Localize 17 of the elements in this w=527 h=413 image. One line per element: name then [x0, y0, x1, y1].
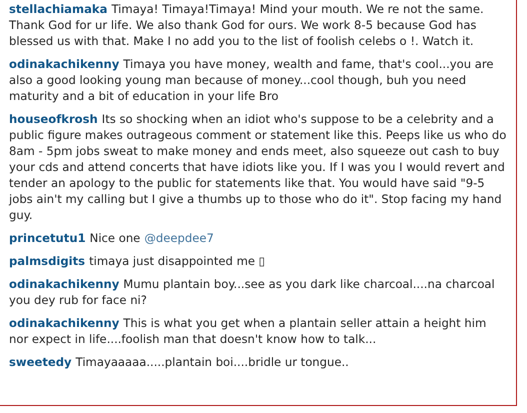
username-link[interactable]: princetutu1 — [9, 231, 86, 245]
comment: odinakachikenny Mumu plantain boy...see as you dark like charcoal....na charcoal you dey rub for face ni? — [9, 276, 496, 308]
username-link[interactable]: odinakachikenny — [9, 277, 120, 291]
mention-link[interactable]: @deepdee7 — [144, 231, 214, 245]
username-link[interactable]: palmsdigits — [9, 254, 86, 268]
username-link[interactable]: sweetedy — [9, 355, 72, 369]
comment: palmsdigits timaya just disappointed me ▯ — [9, 253, 266, 269]
comment: princetutu1 Nice one @deepdee7 — [9, 230, 215, 246]
comment: odinakachikenny This is what you get when a plantain seller attain a height him nor expect in life....foolish man that doesn't know how to talk... — [9, 315, 488, 347]
comment: houseofkrosh Its so shocking when an idiot who's suppose to be a celebrity and a public figure makes outrageous comment or statement like this. Peeps like us who do 8am - 5pm jobs sweat to make money and ends meet, also squeeze out cash to buy your cds and attend concerts that have idiots like you. If I was you I would revert and tender an apology to the public for statements like that. You would have said "9-5 jobs ain't my calling but I give a thumbs up to those who do it". Stop facing my hand guy. — [9, 111, 508, 223]
username-link[interactable]: stellachiamaka — [9, 2, 108, 16]
comment: odinakachikenny Timaya you have money, wealth and fame, that's cool...you are also a good looking young man because of money...cool though, buh you need maturity and a bit of education in your life Bro — [9, 56, 495, 104]
username-link[interactable]: odinakachikenny — [9, 316, 120, 330]
username-link[interactable]: odinakachikenny — [9, 57, 120, 71]
username-link[interactable]: houseofkrosh — [9, 112, 98, 126]
comment: stellachiamaka Timaya! Timaya!Timaya! Mind your mouth. We re not the same. Thank God for ur life. We also thank God for ours. We work 8-5 because God has blessed us with that. Make I no add you to the list of foolish celebs o !. Watch it. — [9, 1, 485, 49]
comment: sweetedy Timayaaaaa.....plantain boi....bridle ur tongue.. — [9, 354, 350, 370]
